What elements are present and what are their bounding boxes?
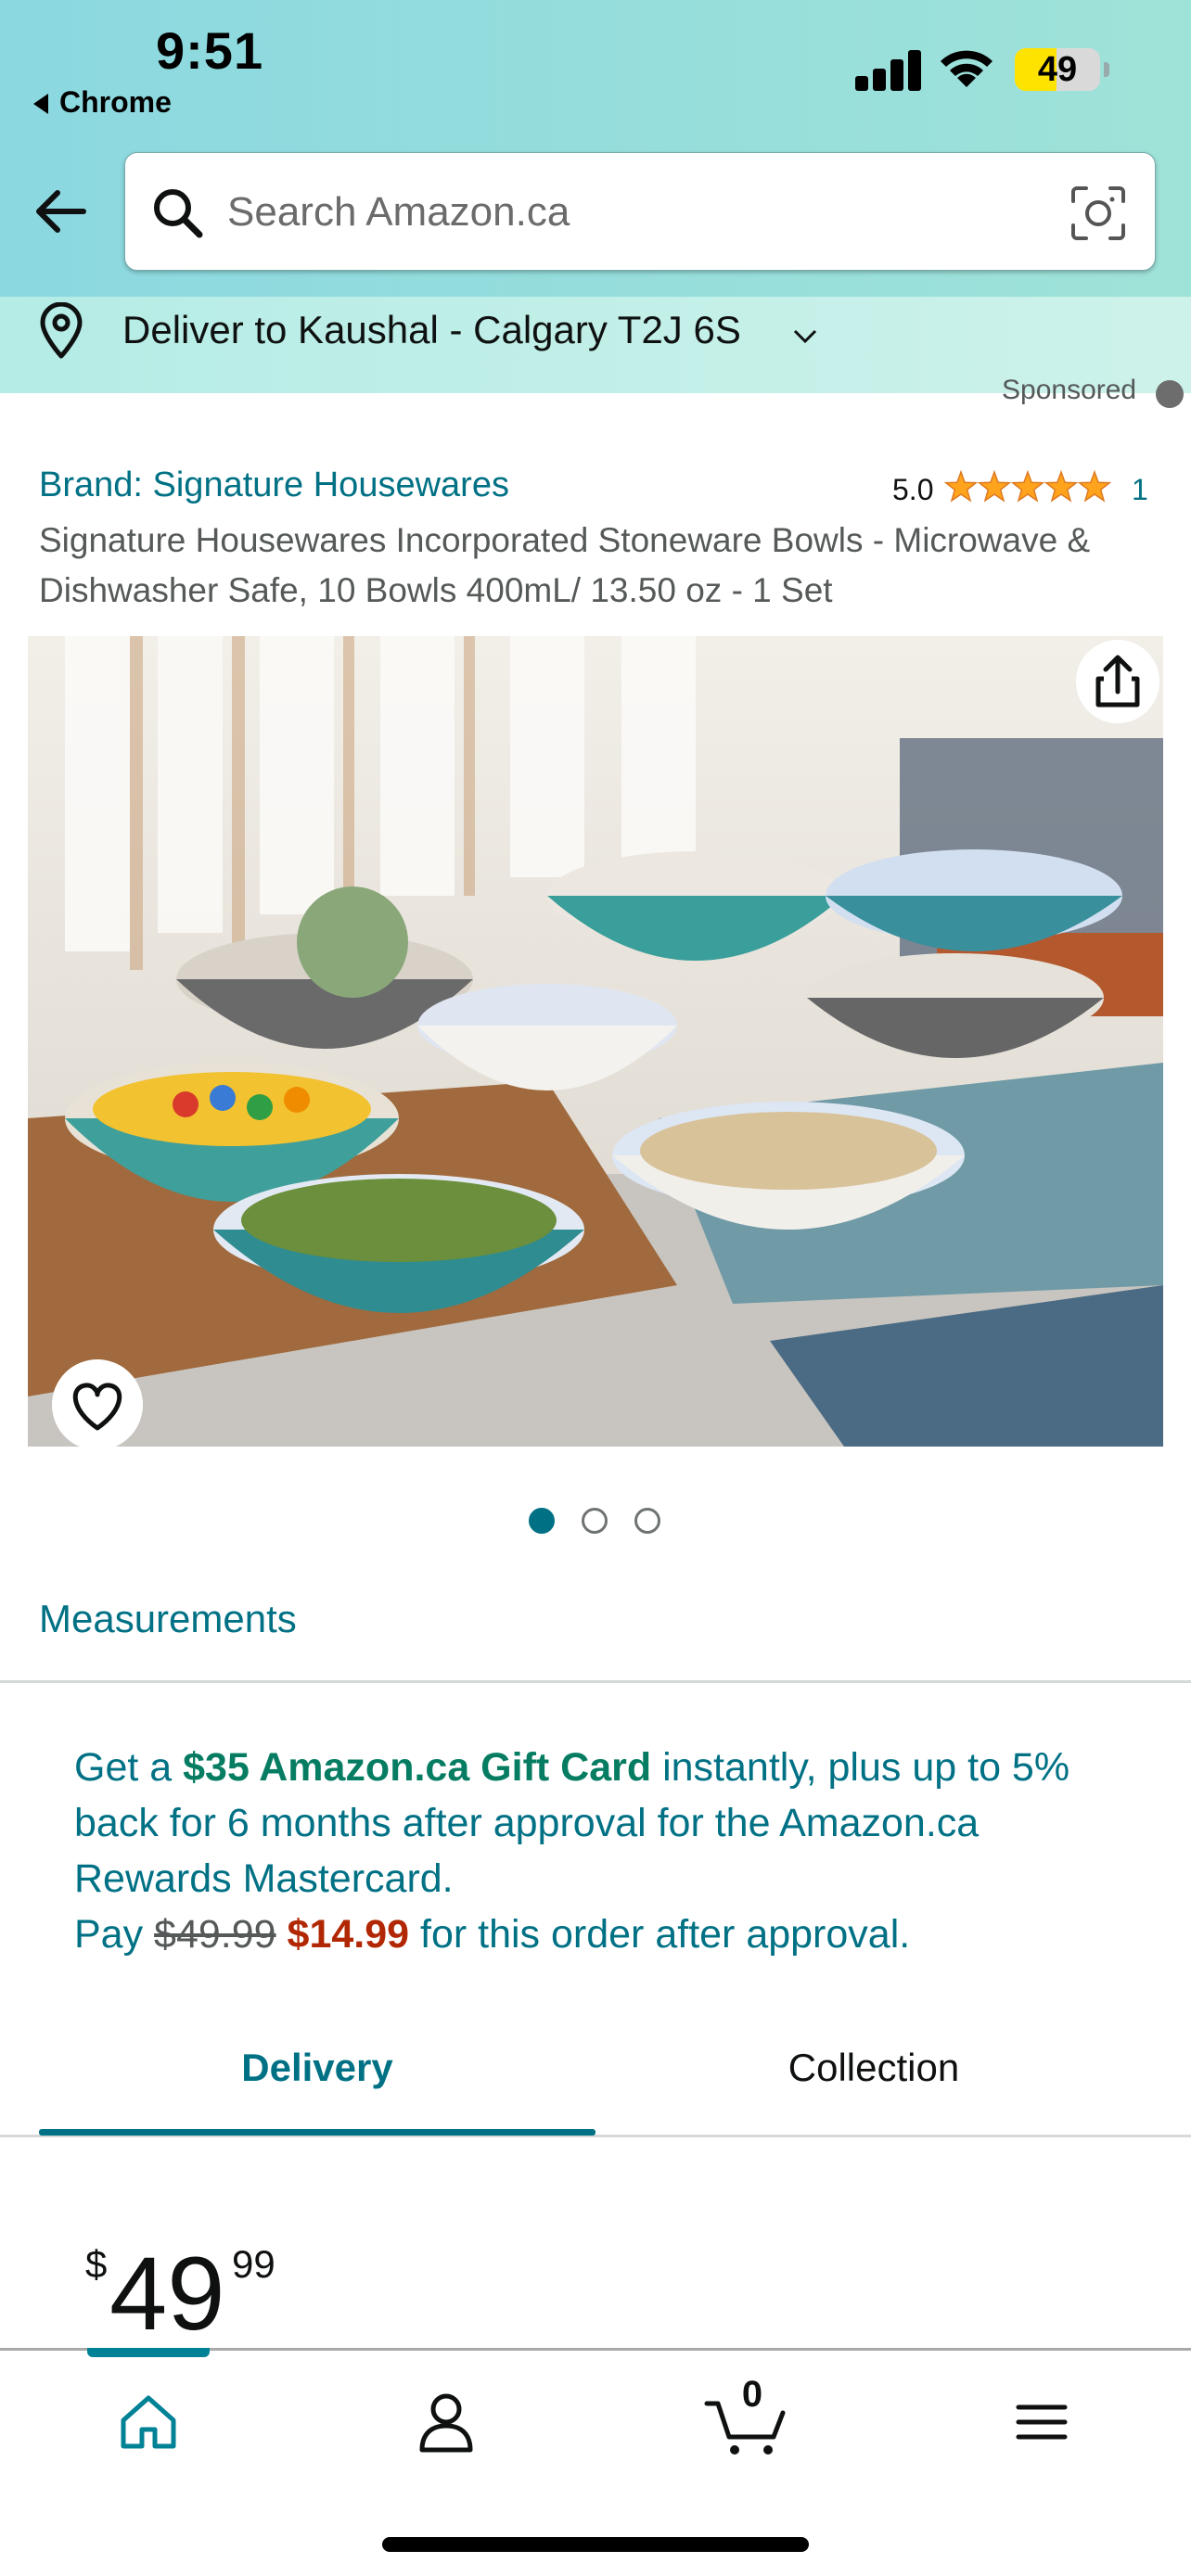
home-indicator — [382, 2537, 809, 2552]
promo-prefix: Get a — [74, 1745, 184, 1790]
back-triangle-icon — [33, 94, 48, 114]
carousel-dot[interactable] — [582, 1508, 608, 1534]
divider — [0, 1680, 1191, 1683]
star-icon — [1010, 469, 1045, 503]
credit-card-promo[interactable]: Get a $35 Amazon.ca Gift Card instantly,… — [74, 1740, 1113, 1962]
deliver-to-label[interactable]: Deliver to Kaushal - Calgary T2J 6S — [122, 308, 741, 352]
heart-icon[interactable] — [52, 1359, 143, 1450]
carousel-dot[interactable] — [634, 1508, 660, 1534]
old-price: $49.99 — [154, 1912, 276, 1957]
active-nav-indicator — [87, 2348, 210, 2357]
gift-card-amount: $35 Amazon.ca Gift Card — [183, 1745, 652, 1790]
brand-link[interactable]: Brand: Signature Housewares — [39, 465, 509, 505]
info-icon[interactable] — [1156, 380, 1184, 408]
menu-icon[interactable] — [991, 2379, 1093, 2463]
discounted-price: $14.99 — [287, 1912, 410, 1957]
product-title: Signature Housewares Incorporated Stonew… — [39, 521, 1091, 609]
star-rating[interactable] — [944, 469, 1113, 506]
pay-prefix: Pay — [74, 1912, 155, 1957]
star-icon — [944, 469, 979, 503]
search-bar[interactable] — [124, 152, 1156, 271]
rating-value: 5.0 — [892, 473, 934, 506]
share-icon[interactable] — [1076, 640, 1159, 723]
account-icon[interactable] — [395, 2379, 497, 2463]
tab-delivery[interactable]: Delivery — [39, 2012, 596, 2133]
price-currency: $ — [85, 2242, 108, 2286]
active-tab-underline — [39, 2129, 596, 2136]
price-whole: 49 — [109, 2236, 225, 2352]
carousel-dot[interactable] — [529, 1508, 555, 1534]
home-icon[interactable] — [97, 2379, 199, 2463]
battery-indicator: 49 — [1015, 48, 1109, 91]
star-icon — [1077, 469, 1112, 503]
fulfillment-tabs: Delivery Collection — [0, 2012, 1191, 2138]
back-app-label: Chrome — [59, 85, 172, 119]
product-photo-bowls — [28, 636, 1163, 1447]
battery-nub — [1104, 62, 1109, 77]
status-time: 9:51 — [156, 21, 264, 80]
back-arrow-icon[interactable] — [33, 182, 89, 241]
pay-suffix: for this order after approval. — [409, 1912, 911, 1957]
rating-count-link[interactable]: 1 — [1132, 473, 1148, 507]
image-carousel-dots[interactable] — [529, 1508, 668, 1536]
battery-percent: 49 — [1037, 50, 1078, 89]
product-image[interactable] — [28, 636, 1163, 1447]
measurements-link[interactable]: Measurements — [39, 1597, 297, 1641]
location-pin-icon — [40, 302, 83, 359]
star-icon — [1044, 469, 1079, 503]
cart-count: 0 — [741, 2374, 763, 2415]
tab-collection[interactable]: Collection — [596, 2012, 1152, 2133]
wifi-icon — [941, 50, 992, 87]
search-icon — [154, 189, 203, 238]
camera-search-icon[interactable] — [1069, 185, 1127, 242]
sponsored-label: Sponsored — [1002, 375, 1137, 405]
cellular-signal-icon — [855, 48, 922, 91]
price-fraction: 99 — [232, 2242, 275, 2286]
search-input[interactable] — [227, 179, 1044, 246]
back-to-app-link[interactable]: Chrome — [33, 85, 172, 120]
chevron-down-icon[interactable] — [792, 326, 818, 345]
star-icon — [977, 469, 1012, 503]
